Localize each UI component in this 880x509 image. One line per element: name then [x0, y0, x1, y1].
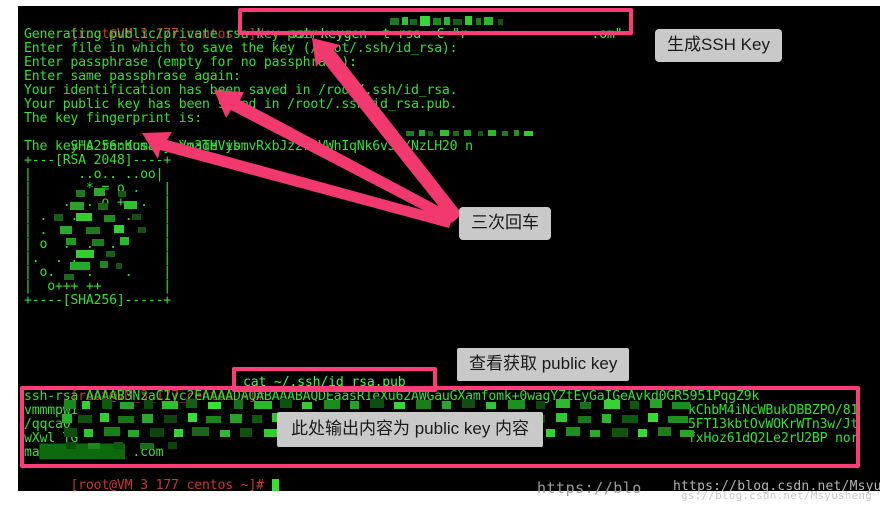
- watermark-url-secondary: gs://blog.csdn.net/Msyusheng: [681, 489, 873, 502]
- terminal-line-art-9: | o+++ ++ |: [24, 279, 172, 294]
- terminal-line-art-8: | o. . . |: [24, 265, 172, 280]
- watermark-url-faded: https://blo: [537, 479, 642, 497]
- terminal-line-10: The key's randomart image is:: [24, 139, 249, 154]
- terminal-line-7: Your public key has been saved in /root/…: [24, 97, 458, 112]
- terminal-line-art-6: | o . . . |: [24, 237, 172, 252]
- terminal-line-5: Enter same passphrase again:: [24, 69, 241, 84]
- terminal-line-prompt-final: [root@VM_3_177_centos ~]#: [24, 465, 279, 491]
- terminal-line-art-2: | * = o . |: [24, 181, 172, 196]
- terminal-line-art-4: | . . . |: [24, 209, 172, 224]
- callout-view-public-key: 查看获取 public key: [457, 348, 630, 381]
- terminal-line-art-5: | . . . |: [24, 223, 172, 238]
- callout-three-enters: 三次回车: [459, 207, 551, 240]
- terminal-line-3: Enter file in which to save the key (/ro…: [24, 41, 458, 56]
- terminal-line-8: The key fingerprint is:: [24, 111, 203, 126]
- callout-public-key-content: 此处输出内容为 public key 内容: [277, 412, 544, 447]
- terminal-line-6: Your identification has been saved in /r…: [24, 83, 458, 98]
- terminal-line-art-7: |. . . |: [24, 251, 172, 266]
- terminal-line-rsa-header: +---[RSA 2048]----+: [24, 153, 172, 168]
- callout-generate-ssh-key: 生成SSH Key: [655, 29, 782, 62]
- terminal-line-sha-footer: +----[SHA256]-----+: [24, 293, 172, 308]
- terminal-line-art-1: | ..o.. ..oo|: [24, 167, 164, 182]
- prompt-user-3: [root@VM_3_177_centos ~]#: [70, 478, 264, 492]
- highlight-ssh-keygen-command: [238, 8, 633, 35]
- screenshot-root: [root@VM_3_177_centos ~]# ssh-keygen -t …: [0, 0, 880, 509]
- terminal-cursor: [271, 479, 279, 491]
- terminal-line-art-3: | . . o + . |: [24, 195, 172, 210]
- terminal-line-4: Enter passphrase (empty for no passphras…: [24, 55, 357, 70]
